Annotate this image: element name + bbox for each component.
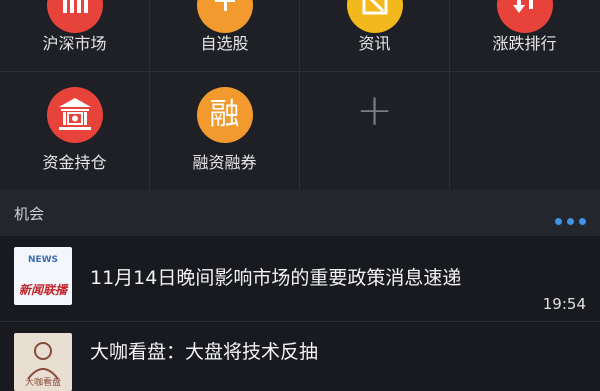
hs-market-icon xyxy=(46,0,103,33)
news-thumbnail: NEWS 新闻联播 xyxy=(14,247,72,305)
news-headline: 11月14日晚间影响市场的重要政策消息速递 xyxy=(90,267,462,289)
ranking-icon xyxy=(496,0,553,33)
menu-item-watchlist[interactable]: 自选股 xyxy=(150,0,299,71)
more-options-icon[interactable] xyxy=(550,210,586,229)
function-grid: 沪深市场 自选股 资讯 涨跌排行 资金持仓 融 融资融券 + xyxy=(0,0,600,190)
menu-item-label: 资金持仓 xyxy=(42,153,107,172)
margin-icon: 融 xyxy=(196,87,253,143)
news-icon xyxy=(346,0,403,33)
grid-divider xyxy=(0,71,600,72)
news-list-item[interactable]: 大咖看盘 大咖看盘：大盘将技术反抽 xyxy=(0,322,600,391)
news-thumbnail: 大咖看盘 xyxy=(14,333,72,391)
menu-item-funds-holdings[interactable]: 资金持仓 xyxy=(0,80,149,174)
menu-item-label: 资讯 xyxy=(358,34,391,53)
menu-item-label: 自选股 xyxy=(200,34,249,53)
menu-item-label: 融资融券 xyxy=(192,153,257,172)
news-time: 19:54 xyxy=(542,295,586,313)
section-title: 机会 xyxy=(14,205,45,223)
menu-item-ranking[interactable]: 涨跌排行 xyxy=(450,0,599,71)
news-list-item[interactable]: NEWS 新闻联播 11月14日晚间影响市场的重要政策消息速递 19:54 xyxy=(0,236,600,321)
news-headline: 大咖看盘：大盘将技术反抽 xyxy=(90,341,319,363)
opportunity-section-header: 机会 xyxy=(0,190,600,236)
menu-item-label: 涨跌排行 xyxy=(492,34,557,53)
add-icon: + xyxy=(356,85,393,136)
thumbnail-caption: 大咖看盘 xyxy=(24,378,61,388)
thumbnail-badge: NEWS xyxy=(27,255,59,265)
thumbnail-caption: 新闻联播 xyxy=(18,283,67,297)
menu-item-hs-market[interactable]: 沪深市场 xyxy=(0,0,149,71)
menu-item-label: 沪深市场 xyxy=(42,34,107,53)
menu-item-margin-trading[interactable]: 融 融资融券 xyxy=(150,80,299,174)
add-shortcut-button[interactable]: + xyxy=(300,80,449,174)
watchlist-icon xyxy=(196,0,253,33)
menu-item-news[interactable]: 资讯 xyxy=(300,0,449,71)
bank-icon xyxy=(46,87,103,143)
